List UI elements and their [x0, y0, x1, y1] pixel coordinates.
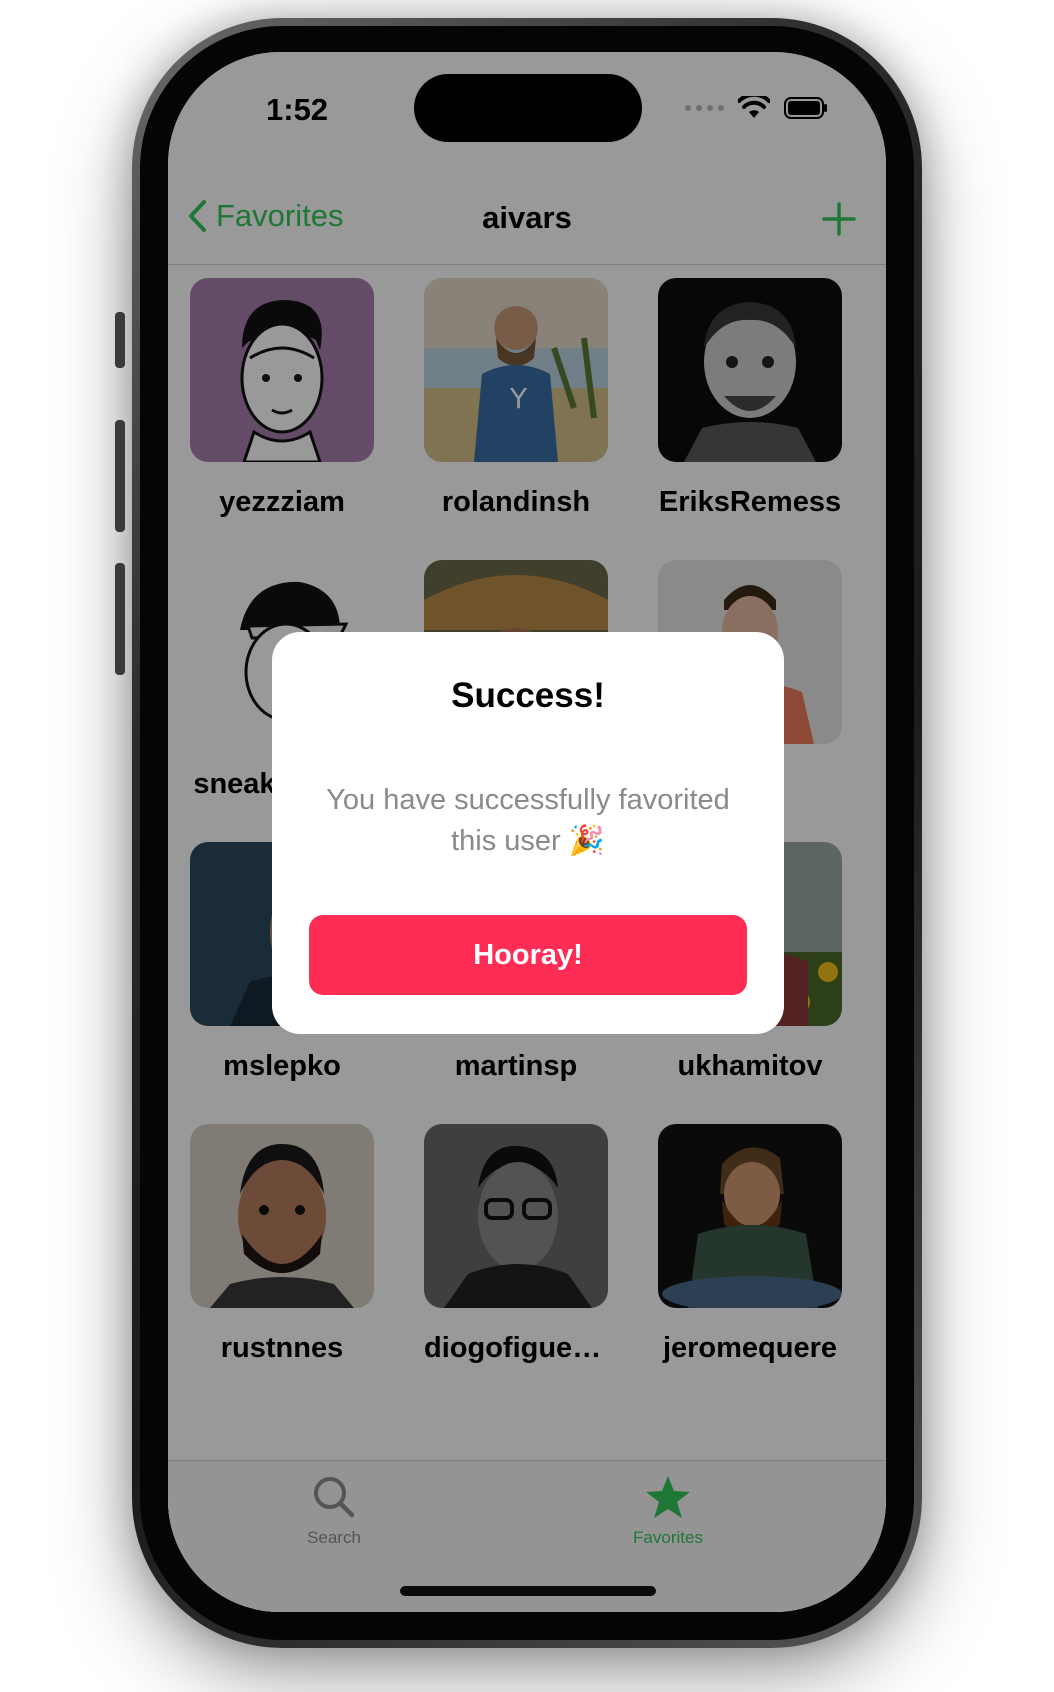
volume-up-button [115, 420, 125, 532]
screen: 1:52 Favorites aivars yezzziam Y rolandi… [168, 52, 886, 1612]
success-alert: Success! You have successfully favorited… [272, 632, 784, 1034]
volume-down-button [115, 563, 125, 675]
hooray-button[interactable]: Hooray! [309, 915, 747, 995]
alert-title: Success! [451, 676, 605, 715]
alert-message: You have successfully favorited this use… [326, 784, 730, 857]
action-button [115, 312, 125, 368]
